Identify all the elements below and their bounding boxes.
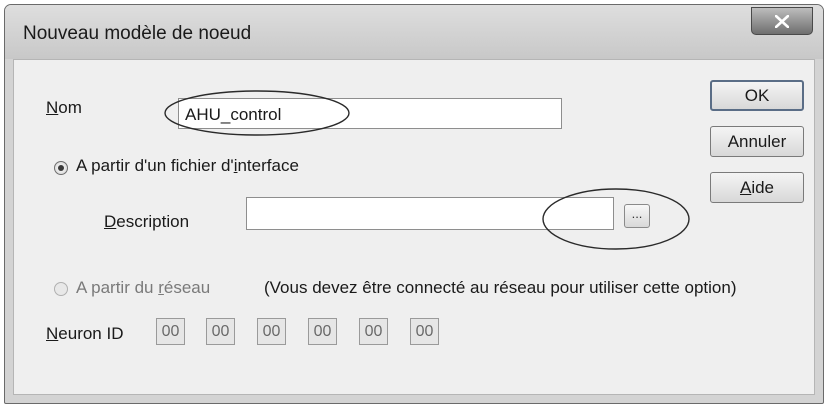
browse-button[interactable]: ... — [624, 204, 650, 228]
neuron-id-field-6[interactable]: 00 — [410, 318, 439, 345]
radio-from-network-label[interactable]: A partir du réseau — [76, 278, 210, 298]
cancel-button[interactable]: Annuler — [710, 126, 804, 157]
radio-selected-dot — [58, 165, 64, 171]
ok-button[interactable]: OK — [710, 80, 804, 111]
description-input[interactable] — [246, 197, 614, 230]
title-bar[interactable]: Nouveau modèle de noeud — [5, 5, 823, 59]
radio-from-interface-file[interactable] — [54, 161, 68, 175]
dialog-window: Nouveau modèle de noeud Nom AHU_control … — [4, 4, 824, 404]
name-label: Nom — [46, 98, 82, 117]
name-input[interactable]: AHU_control — [178, 98, 562, 129]
close-button[interactable] — [751, 7, 813, 35]
neuron-id-field-4[interactable]: 00 — [308, 318, 337, 345]
neuron-id-field-3[interactable]: 00 — [257, 318, 286, 345]
neuron-id-field-5[interactable]: 00 — [359, 318, 388, 345]
description-label: Description — [104, 212, 190, 231]
radio-from-network[interactable] — [54, 282, 68, 296]
neuron-id-field-2[interactable]: 00 — [206, 318, 235, 345]
radio-from-interface-file-label[interactable]: A partir d'un fichier d'interface — [76, 156, 299, 176]
dialog-title: Nouveau modèle de noeud — [23, 23, 252, 44]
neuron-id-label: Neuron ID — [46, 324, 124, 343]
dialog-body: Nom AHU_control A partir d'un fichier d'… — [13, 59, 815, 395]
network-note: (Vous devez être connecté au réseau pour… — [264, 278, 737, 297]
neuron-id-field-1[interactable]: 00 — [156, 318, 185, 345]
help-button[interactable]: Aide — [710, 172, 804, 203]
